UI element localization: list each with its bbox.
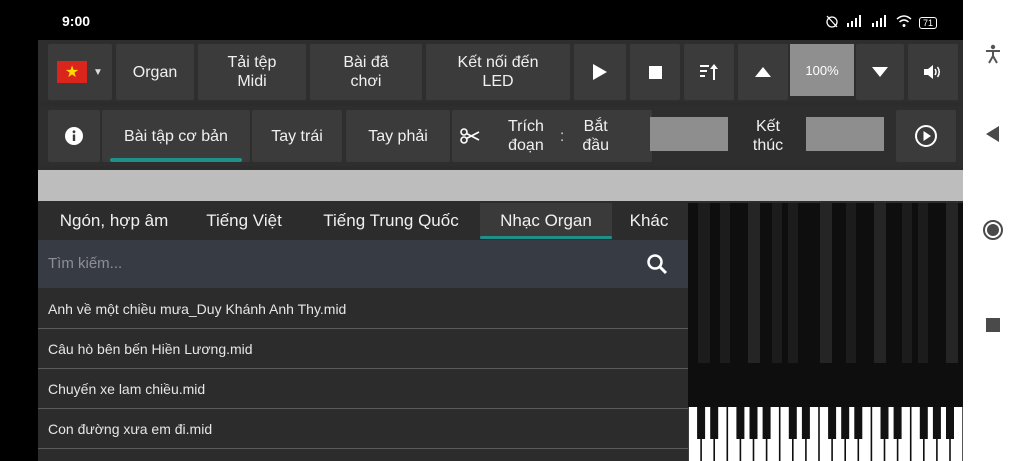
play-circle-icon [915,125,937,147]
right-hand-label: Tay phải [368,127,428,145]
black-key[interactable] [946,407,954,439]
back-icon[interactable] [981,122,1005,146]
alarm-off-icon [825,14,839,31]
sort-icon [700,64,718,80]
left-hand-label: Tay trái [271,127,323,145]
organ-label: Organ [132,63,178,81]
black-key[interactable] [749,407,758,439]
status-icons: 71 [825,14,937,31]
home-icon[interactable] [981,218,1005,242]
tab-label: Ngón, hợp âm [59,211,169,230]
search-input[interactable]: Tìm kiếm... [48,255,122,272]
song-item[interactable]: Câu hò bên bến Hiền Lương.mid [38,329,688,369]
tab-vietnamese[interactable]: Tiếng Việt [188,203,300,239]
connect-led-label: Kết nối đến LED [457,54,539,90]
vietnam-flag-icon: ★ [57,61,88,83]
volume-icon [924,65,940,79]
scissors-icon [460,128,480,144]
system-nav-bar [963,0,1024,461]
chevron-down-icon: ▼ [93,66,103,78]
battery-icon: 71 [918,16,937,29]
song-item[interactable]: Anh về một chiều mưa_Duy Khánh Anh Thy.m… [38,289,688,329]
tempo-value: 100% [790,44,854,96]
main-toolbar: ★ ▼ Organ Tải tệp Midi Bài đã chơi Kết n… [38,40,963,102]
arrow-up-icon [755,67,771,77]
end-label-box: Kết thúc [732,110,804,162]
stop-icon [648,65,662,79]
search-icon[interactable] [646,253,668,275]
status-bar: 9:00 71 [0,0,963,40]
start-input[interactable] [650,117,728,151]
wifi-icon [896,15,912,30]
played-songs-label: Bài đã chơi [343,54,389,90]
tempo-up-button[interactable] [738,44,788,100]
stop-button[interactable] [630,44,680,100]
black-key[interactable] [736,407,745,439]
tab-right-hand[interactable]: Tay phải [346,110,450,162]
progress-strip [38,170,963,201]
excerpt-button[interactable]: Trích đoạn : Bắt đầu [452,110,652,162]
tab-organ-music[interactable]: Nhạc Organ [480,203,612,239]
black-key[interactable] [801,407,810,439]
song-item[interactable]: Con đường xưa em đi.mid [38,409,688,449]
practice-toolbar: Bài tập cơ bản Tay trái Tay phải Trích đ… [38,106,963,166]
black-key[interactable] [880,407,889,439]
black-key[interactable] [932,407,941,439]
signal-icon [846,15,864,30]
active-underline [110,158,242,162]
play-icon [593,64,607,80]
category-tabs: Ngón, hợp âm Tiếng Việt Tiếng Trung Quốc… [38,203,688,239]
connect-led-button[interactable]: Kết nối đến LED [426,44,570,100]
basic-exercise-label: Bài tập cơ bản [124,127,228,145]
signal-icon [871,15,889,30]
tab-label: Khác [629,211,669,230]
tab-label: Tiếng Trung Quốc [323,211,459,230]
black-key[interactable] [919,407,928,439]
play-excerpt-button[interactable] [896,110,956,162]
black-key[interactable] [697,407,706,439]
tab-label: Tiếng Việt [206,211,282,230]
search-bar[interactable]: Tìm kiếm... [38,240,688,288]
status-time: 9:00 [62,13,91,29]
play-button[interactable] [574,44,626,100]
tempo-down-button[interactable] [856,44,904,100]
active-underline [480,236,612,239]
black-key[interactable] [788,407,797,439]
black-key[interactable] [762,407,771,439]
excerpt-label: Trích đoạn [508,118,544,154]
song-list: Anh về một chiều mưa_Duy Khánh Anh Thy.m… [38,289,688,461]
end-input[interactable] [806,117,884,151]
volume-button[interactable] [908,44,958,100]
app-window: ★ ▼ Organ Tải tệp Midi Bài đã chơi Kết n… [38,40,963,461]
arrow-down-icon [872,67,888,77]
black-key[interactable] [893,407,902,439]
tab-label: Nhạc Organ [500,211,592,230]
recents-icon[interactable] [981,313,1005,337]
black-key[interactable] [828,407,837,439]
tab-chinese[interactable]: Tiếng Trung Quốc [304,203,478,239]
black-key[interactable] [841,407,850,439]
sort-button[interactable] [684,44,734,100]
language-selector[interactable]: ★ ▼ [48,44,112,100]
tab-fingering-chords[interactable]: Ngón, hợp âm [44,203,184,239]
black-key[interactable] [854,407,863,439]
info-icon [65,127,83,145]
organ-button[interactable]: Organ [116,44,194,100]
played-songs-button[interactable]: Bài đã chơi [310,44,422,100]
info-button[interactable] [48,110,100,162]
tab-left-hand[interactable]: Tay trái [252,110,342,162]
load-midi-button[interactable]: Tải tệp Midi [198,44,306,100]
tab-basic-exercise[interactable]: Bài tập cơ bản [102,110,250,162]
piano-keyboard[interactable] [688,203,963,461]
end-label: Kết thúc [752,118,784,154]
song-item[interactable]: Chuyến xe lam chiều.mid [38,369,688,409]
accessibility-icon[interactable] [981,42,1005,66]
excerpt-colon: : [559,127,565,145]
black-key[interactable] [710,407,719,439]
start-label: Bắt đầu [582,118,610,154]
tab-other[interactable]: Khác [616,203,682,239]
load-midi-label: Tải tệp Midi [227,54,277,90]
